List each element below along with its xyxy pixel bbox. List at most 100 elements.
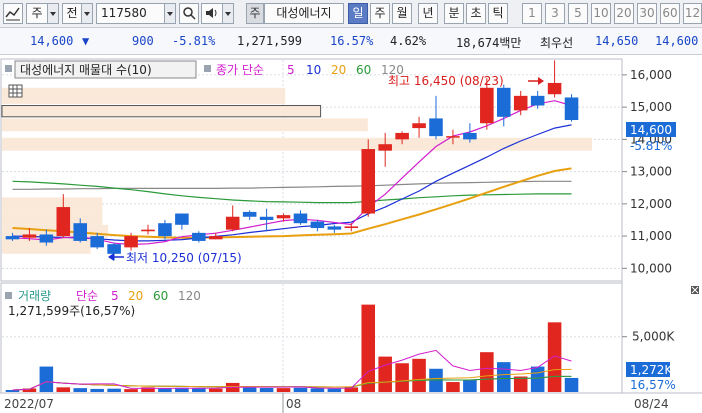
candle-body[interactable]: [107, 244, 121, 254]
volume-profile-bar: [2, 118, 368, 132]
x-axis-label-month: 08: [286, 397, 301, 411]
candle-body[interactable]: [395, 132, 409, 140]
stock-code-dropdown-arrow[interactable]: [165, 3, 176, 24]
candle-body[interactable]: [225, 216, 240, 230]
candle-body[interactable]: [276, 215, 291, 219]
candle-body[interactable]: [259, 216, 274, 220]
stock-name-field: 대성에너지: [264, 3, 344, 24]
candle-body[interactable]: [446, 136, 460, 138]
candle-body[interactable]: [361, 149, 376, 214]
volume-bar[interactable]: [361, 304, 376, 392]
compare-dropdown-arrow[interactable]: [82, 3, 93, 24]
volume-bar[interactable]: [107, 388, 121, 392]
search-icon[interactable]: [179, 3, 199, 24]
volume-bar[interactable]: [530, 366, 545, 392]
grid-table-icon[interactable]: [8, 84, 23, 98]
interval-1[interactable]: 1: [522, 3, 542, 24]
speaker-dropdown-arrow[interactable]: [223, 3, 234, 24]
candle-body[interactable]: [208, 236, 223, 240]
volume-bar[interactable]: [208, 388, 223, 392]
candle-body[interactable]: [463, 132, 477, 140]
high-price-annotation: 최고 16,450 (08/23): [388, 74, 504, 88]
interval-20[interactable]: 20: [614, 3, 634, 24]
tab-tick[interactable]: 틱: [488, 3, 508, 24]
candle-body[interactable]: [73, 223, 88, 241]
candle-body[interactable]: [564, 97, 579, 121]
volume-bar[interactable]: [56, 387, 71, 392]
interval-120[interactable]: 12: [683, 3, 702, 24]
compare-select[interactable]: 전: [62, 3, 82, 24]
tab-daily[interactable]: 일: [348, 3, 368, 24]
candle-body[interactable]: [429, 118, 443, 137]
volume-bar[interactable]: [496, 362, 511, 392]
candle-body[interactable]: [344, 226, 359, 229]
interval-30[interactable]: 30: [637, 3, 657, 24]
candle-body[interactable]: [547, 82, 562, 95]
volume-bar[interactable]: [73, 388, 88, 392]
volume-bar[interactable]: [5, 390, 20, 392]
volume-panel-close-icon[interactable]: [691, 286, 699, 294]
volume-bar[interactable]: [480, 352, 494, 392]
volume-bar[interactable]: [276, 388, 291, 392]
tab-monthly[interactable]: 월: [392, 3, 412, 24]
speaker-icon[interactable]: [201, 3, 223, 24]
candle-body[interactable]: [158, 223, 172, 237]
volume-bar[interactable]: [564, 377, 579, 392]
interval-60[interactable]: 60: [660, 3, 680, 24]
price-change-pct: -5.81%: [172, 34, 216, 48]
volume-bar[interactable]: [242, 387, 257, 392]
chart-type-icon[interactable]: [3, 3, 23, 24]
candle-body[interactable]: [175, 213, 189, 225]
volume-bar[interactable]: [192, 388, 206, 392]
candle-body[interactable]: [56, 207, 71, 237]
candle-body[interactable]: [39, 234, 54, 243]
price-panel-collapse-icon[interactable]: [5, 65, 12, 72]
tab-yearly[interactable]: 년: [418, 3, 438, 24]
candle-body[interactable]: [530, 95, 545, 106]
interval-10[interactable]: 10: [591, 3, 611, 24]
candle-body[interactable]: [242, 211, 257, 217]
candle-body[interactable]: [412, 123, 426, 129]
volume-bar[interactable]: [463, 379, 477, 392]
trade-volume: 1,271,599: [237, 34, 303, 48]
volume-panel-collapse-icon[interactable]: [5, 292, 12, 299]
stock-code-input[interactable]: 117580: [96, 3, 165, 24]
volume-bar[interactable]: [293, 387, 308, 392]
candle-body[interactable]: [378, 144, 392, 151]
candle-body[interactable]: [513, 95, 528, 111]
current-change-tag: -5.81%: [630, 139, 672, 153]
candle-body[interactable]: [90, 236, 104, 248]
volume-bar[interactable]: [378, 356, 392, 392]
period-dropdown-arrow[interactable]: [48, 3, 59, 24]
interval-5[interactable]: 5: [568, 3, 588, 24]
volume-bar[interactable]: [310, 388, 325, 392]
tab-minute[interactable]: 분: [444, 3, 464, 24]
candle-body[interactable]: [480, 87, 494, 124]
volume-bar[interactable]: [395, 363, 409, 392]
candle-body[interactable]: [124, 236, 138, 248]
volume-bar[interactable]: [90, 388, 104, 392]
candle-body[interactable]: [496, 87, 511, 117]
candle-body[interactable]: [5, 236, 20, 240]
stock-market-tag: 주: [246, 3, 264, 24]
volume-profile-bar: [2, 197, 103, 212]
interval-3[interactable]: 3: [545, 3, 565, 24]
volume-bar[interactable]: [446, 382, 460, 392]
volume-ratio: 16.57%: [330, 34, 374, 48]
volume-bar[interactable]: [259, 388, 274, 392]
period-select[interactable]: 주: [26, 3, 48, 24]
candle-body[interactable]: [293, 213, 308, 224]
tab-weekly[interactable]: 주: [370, 3, 390, 24]
volume-bar[interactable]: [124, 389, 138, 392]
candle-body[interactable]: [141, 229, 155, 232]
ma-legend-20: 20: [331, 63, 346, 77]
candle-body[interactable]: [327, 226, 342, 230]
candle-body[interactable]: [22, 234, 37, 238]
candle-body[interactable]: [192, 232, 206, 241]
candle-body[interactable]: [310, 221, 325, 229]
tab-second[interactable]: 초: [466, 3, 486, 24]
price-volume-chart[interactable]: 16,00015,00014,00013,00012,00011,00010,0…: [0, 56, 702, 413]
volume-bar[interactable]: [327, 388, 342, 392]
volume-bar[interactable]: [412, 358, 426, 392]
volume-bar[interactable]: [39, 366, 54, 392]
